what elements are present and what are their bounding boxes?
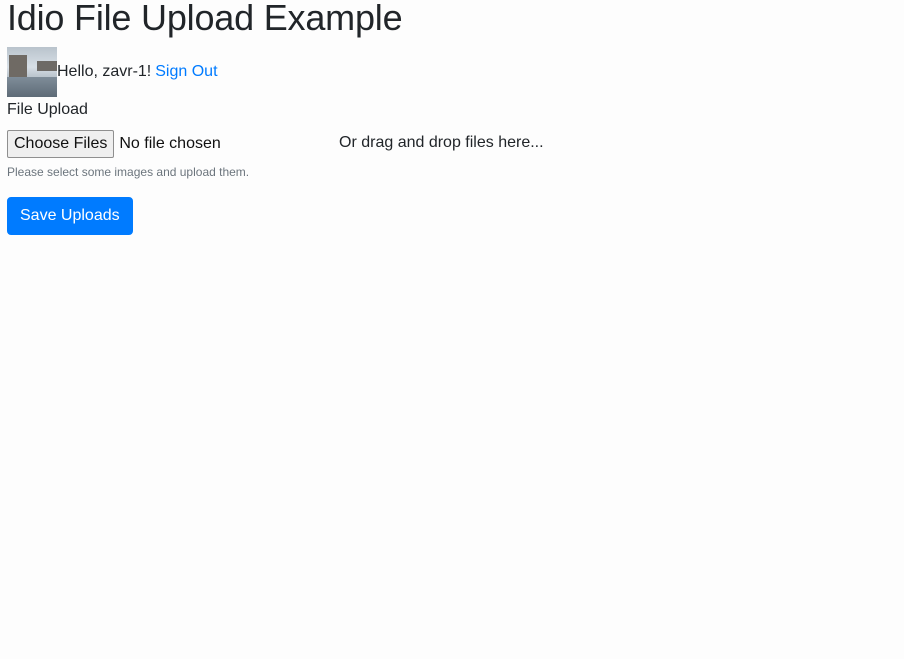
save-uploads-button[interactable]: Save Uploads (7, 197, 133, 235)
upload-help-text: Please select some images and upload the… (7, 165, 250, 179)
user-greeting: Hello, zavr-1! (57, 63, 152, 80)
no-file-chosen-text: No file chosen (119, 135, 221, 152)
avatar-water-shape (7, 77, 57, 97)
file-upload-label: File Upload (7, 101, 88, 118)
file-input[interactable]: Choose Files No file chosen (7, 130, 221, 158)
page-title: Idio File Upload Example (7, 0, 403, 38)
avatar-building-shape (9, 55, 27, 77)
user-avatar-icon (7, 47, 57, 97)
user-row: Hello, zavr-1! Sign Out (7, 47, 218, 97)
choose-files-button[interactable]: Choose Files (7, 130, 115, 158)
page: Idio File Upload Example Hello, zavr-1! … (0, 0, 904, 659)
sign-out-link[interactable]: Sign Out (155, 63, 217, 81)
drag-drop-zone[interactable]: Or drag and drop files here... (339, 133, 544, 153)
avatar-building-shape-2 (37, 61, 57, 71)
